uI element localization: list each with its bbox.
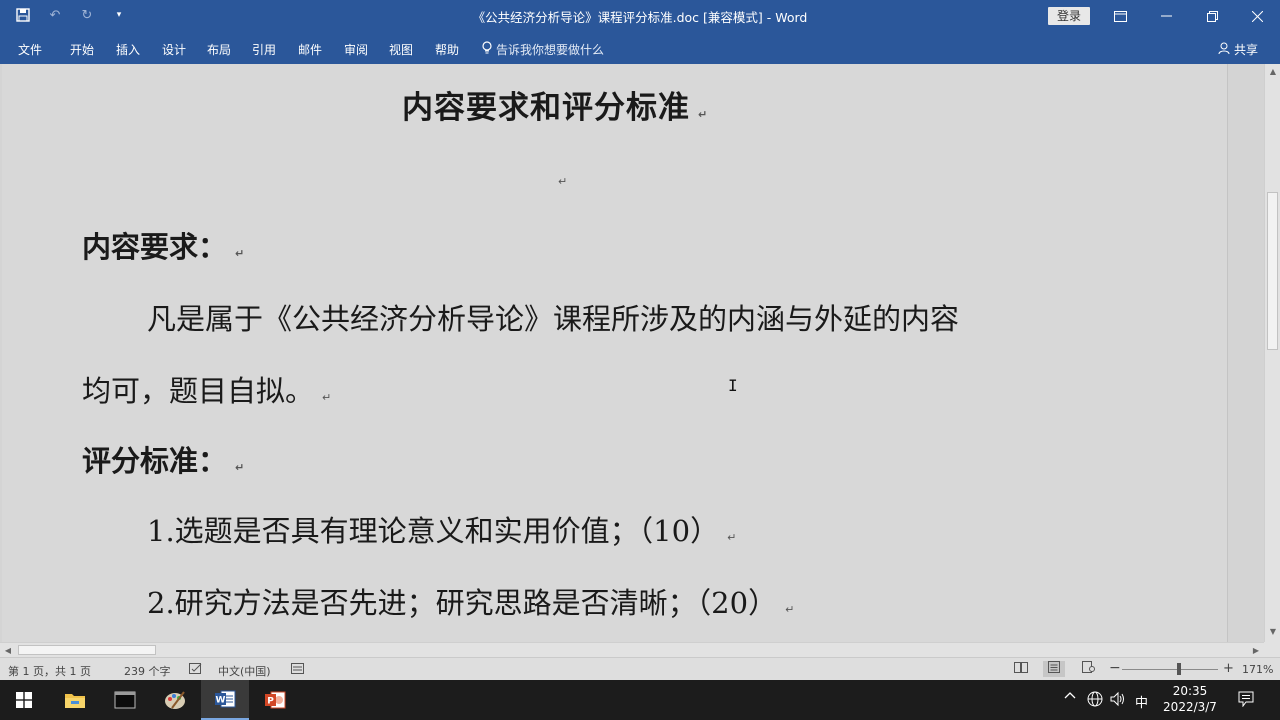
status-bar: 第 1 页，共 1 页 239 个字 中文(中国) − + 171%: [0, 657, 1280, 680]
document-page[interactable]: 内容要求和评分标准 ↵ ↵ 内容要求： ↵ 凡是属于《公共经济分析导论》课程所涉及的…: [2, 64, 1228, 642]
scroll-left-icon[interactable]: ◀: [0, 643, 16, 658]
scrollbar-corner: [1264, 642, 1280, 657]
minimize-icon[interactable]: [1143, 0, 1189, 32]
macro-recording-icon[interactable]: [291, 663, 304, 677]
document-title-text[interactable]: 内容要求和评分标准: [402, 90, 690, 126]
zoom-in-button[interactable]: +: [1223, 661, 1234, 676]
paragraph-line[interactable]: 凡是属于《公共经济分析导论》课程所涉及的内涵与外延的内容: [147, 296, 959, 338]
tab-review[interactable]: 审阅: [344, 41, 368, 58]
paint-app-icon[interactable]: [151, 680, 199, 720]
taskbar: W P 中 20:35 2022/3/7: [0, 680, 1280, 720]
tell-me-search[interactable]: 告诉我你想要做什么: [482, 41, 604, 58]
powerpoint-app-icon[interactable]: P: [251, 680, 299, 720]
paragraph-mark: ↵: [235, 461, 245, 474]
empty-paragraph[interactable]: ↵: [558, 170, 567, 189]
share-label: 共享: [1234, 43, 1259, 57]
word-count[interactable]: 239 个字: [124, 663, 171, 679]
print-layout-icon[interactable]: [1043, 661, 1065, 677]
system-clock[interactable]: 20:35 2022/3/7: [1158, 683, 1222, 715]
chevron-up-icon[interactable]: [1064, 690, 1076, 706]
section-heading-criteria[interactable]: 评分标准： ↵: [82, 438, 244, 480]
paragraph-mark: ↵: [698, 108, 709, 121]
paragraph-mark: ↵: [322, 391, 332, 404]
web-layout-icon[interactable]: [1077, 661, 1099, 677]
document-title[interactable]: 内容要求和评分标准 ↵: [402, 82, 708, 127]
page-count[interactable]: 第 1 页，共 1 页: [8, 663, 91, 679]
horizontal-scroll-thumb[interactable]: [18, 645, 156, 655]
scroll-right-icon[interactable]: ▶: [1248, 643, 1264, 658]
clock-time: 20:35: [1172, 684, 1208, 698]
tab-mailings[interactable]: 邮件: [298, 41, 322, 58]
criteria-item-text[interactable]: 2.研究方法是否先进；研究思路是否清晰；（20）: [147, 586, 777, 620]
windows-start-icon[interactable]: [0, 680, 48, 720]
volume-icon[interactable]: [1110, 691, 1126, 711]
tab-file[interactable]: 文件: [18, 41, 42, 58]
share-button[interactable]: 共享: [1218, 41, 1258, 58]
vertical-scroll-thumb[interactable]: [1267, 192, 1278, 350]
paragraph-mark: ↵: [727, 531, 737, 544]
criteria-item-text[interactable]: 1.选题是否具有理论意义和实用价值；（10）: [147, 514, 719, 548]
tab-design[interactable]: 设计: [162, 41, 186, 58]
terminal-app-icon[interactable]: [101, 680, 149, 720]
person-icon: [1218, 42, 1230, 57]
criteria-item-2[interactable]: 2.研究方法是否先进；研究思路是否清晰；（20） ↵: [147, 580, 794, 622]
zoom-slider-thumb[interactable]: [1177, 663, 1181, 675]
input-method-indicator[interactable]: 中: [1135, 692, 1148, 711]
file-explorer-icon[interactable]: [51, 680, 99, 720]
criteria-item-1[interactable]: 1.选题是否具有理论意义和实用价值；（10） ↵: [147, 508, 736, 550]
tab-home[interactable]: 开始: [70, 41, 94, 58]
paragraph-text[interactable]: 凡是属于《公共经济分析导论》课程所涉及的内涵与外延的内容: [147, 302, 959, 336]
paragraph-mark: ↵: [558, 175, 568, 188]
document-area[interactable]: 内容要求和评分标准 ↵ ↵ 内容要求： ↵ 凡是属于《公共经济分析导论》课程所涉及的…: [0, 64, 1264, 642]
scroll-down-icon[interactable]: ▼: [1265, 624, 1280, 640]
section-heading-requirements-text[interactable]: 内容要求：: [82, 230, 227, 264]
proofing-icon[interactable]: [189, 663, 203, 678]
tab-layout[interactable]: 布局: [207, 41, 231, 58]
network-globe-icon[interactable]: [1087, 691, 1103, 711]
paragraph-mark: ↵: [785, 603, 795, 616]
read-mode-icon[interactable]: [1010, 661, 1032, 677]
tab-view[interactable]: 视图: [389, 41, 413, 58]
restore-icon[interactable]: [1189, 0, 1235, 32]
paragraph-mark: ↵: [235, 247, 245, 260]
close-icon[interactable]: [1234, 0, 1280, 32]
word-app-icon[interactable]: W: [201, 680, 249, 720]
svg-text:P: P: [267, 697, 274, 707]
svg-text:W: W: [216, 696, 226, 706]
zoom-slider-track[interactable]: [1122, 669, 1218, 670]
tab-references[interactable]: 引用: [252, 41, 276, 58]
tab-help[interactable]: 帮助: [435, 41, 459, 58]
horizontal-scrollbar[interactable]: ◀ ▶: [0, 642, 1264, 657]
lightbulb-icon: [482, 41, 492, 58]
notification-center-icon[interactable]: [1238, 691, 1254, 711]
section-heading-criteria-text[interactable]: 评分标准：: [82, 444, 227, 478]
clock-date: 2022/3/7: [1163, 700, 1217, 714]
language-indicator[interactable]: 中文(中国): [218, 663, 271, 679]
scroll-up-icon[interactable]: ▲: [1265, 64, 1280, 80]
title-bar: ↶ ↻ ▾ 《公共经济分析导论》课程评分标准.doc [兼容模式] - Word…: [0, 0, 1280, 32]
login-button[interactable]: 登录: [1048, 7, 1090, 25]
tab-insert[interactable]: 插入: [116, 41, 140, 58]
tell-me-label: 告诉我你想要做什么: [496, 43, 605, 57]
section-heading-requirements[interactable]: 内容要求： ↵: [82, 224, 244, 266]
zoom-level[interactable]: 171%: [1242, 663, 1273, 676]
ribbon-tabs: 文件 开始 插入 设计 布局 引用 邮件 审阅 视图 帮助 告诉我你想要做什么 …: [0, 32, 1280, 64]
vertical-scrollbar[interactable]: ▲ ▼: [1264, 64, 1280, 642]
ribbon-display-options-icon[interactable]: [1097, 0, 1143, 32]
zoom-out-button[interactable]: −: [1109, 660, 1121, 676]
paragraph-text[interactable]: 均可，题目自拟。: [82, 374, 314, 408]
paragraph-line[interactable]: 均可，题目自拟。 ↵: [82, 368, 331, 410]
text-cursor: I: [728, 376, 738, 395]
